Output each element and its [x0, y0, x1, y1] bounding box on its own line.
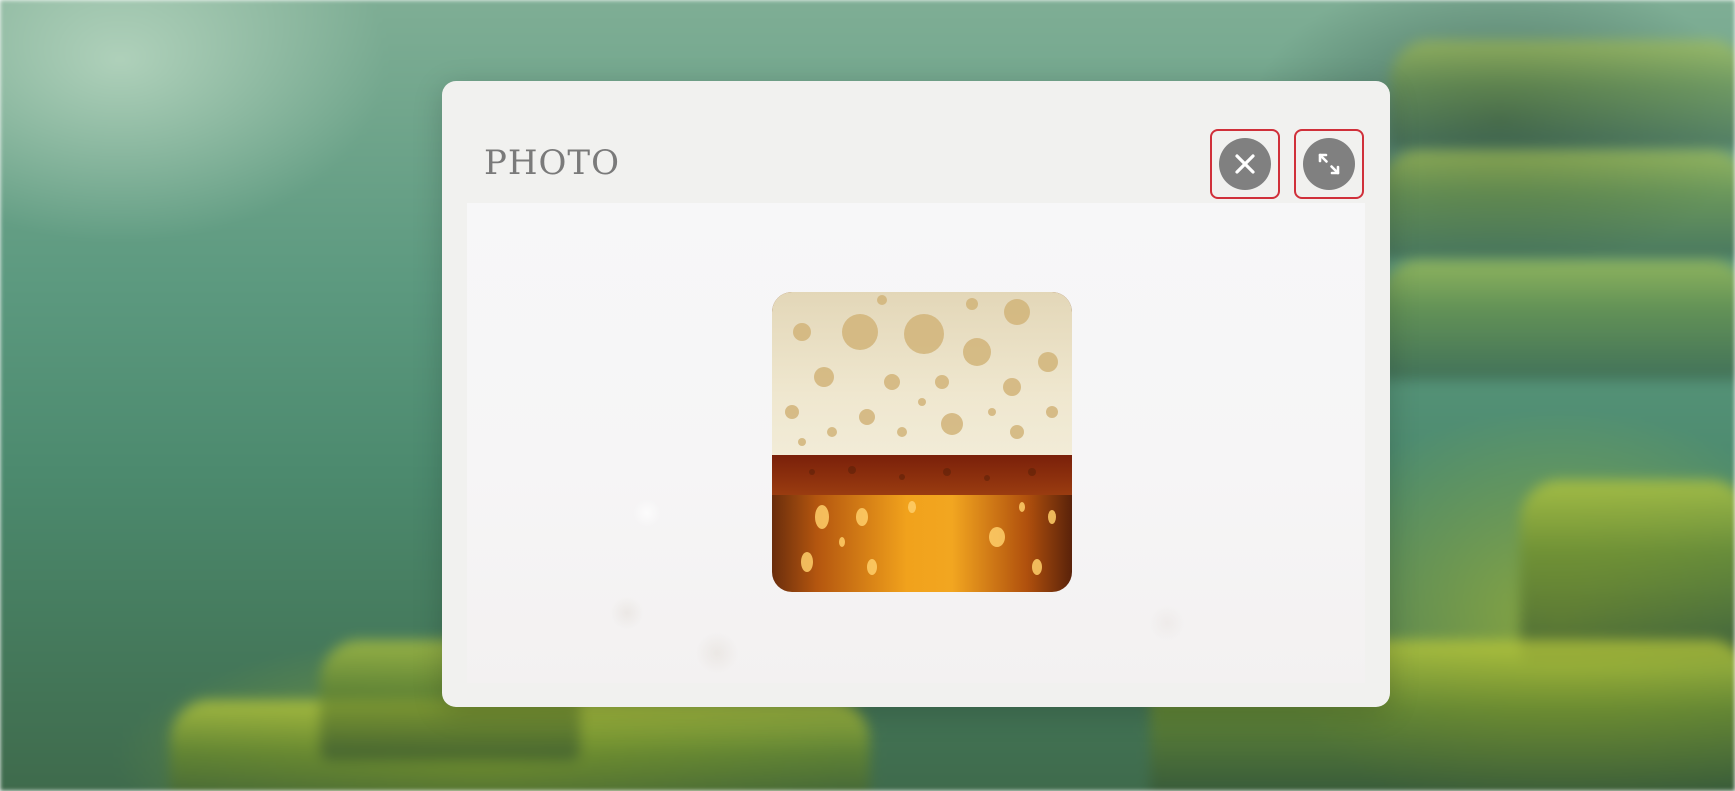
beer-photo [772, 292, 1072, 592]
close-button[interactable] [1210, 129, 1280, 199]
expand-button[interactable] [1294, 129, 1364, 199]
background-terrace [1520, 480, 1735, 660]
background-terrace [1390, 40, 1735, 150]
modal-title: PHOTO [484, 143, 620, 183]
background-terrace [1380, 150, 1735, 260]
close-icon [1219, 138, 1271, 190]
background-terrace [1380, 260, 1735, 380]
expand-icon [1303, 138, 1355, 190]
